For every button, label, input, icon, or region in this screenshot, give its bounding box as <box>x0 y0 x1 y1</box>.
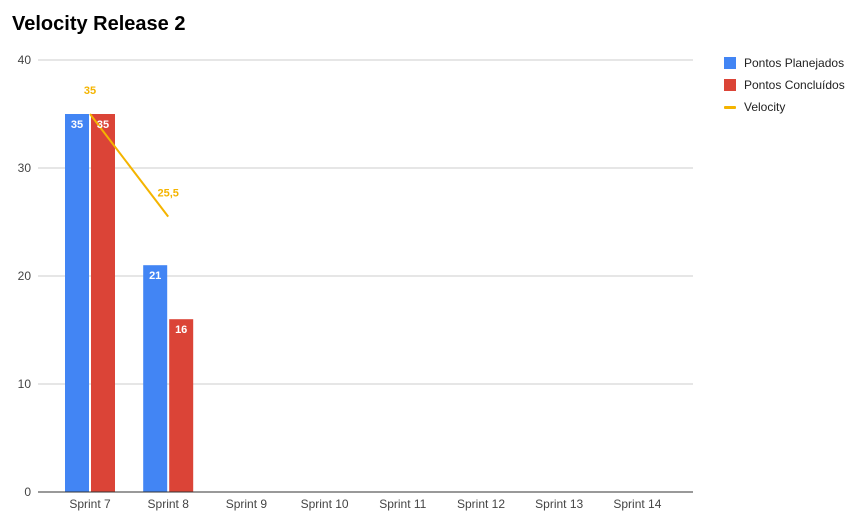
x-tick-label: Sprint 13 <box>535 497 583 511</box>
bar <box>143 265 168 492</box>
legend-item-pontos-concluidos: Pontos Concluídos <box>724 74 845 96</box>
bar-data-label: 35 <box>71 119 83 131</box>
legend-item-pontos-planejados: Pontos Planejados <box>724 52 845 74</box>
gridlines <box>38 59 693 493</box>
legend-label: Velocity <box>744 100 786 114</box>
line-data-label: 35 <box>84 85 96 97</box>
legend-label: Pontos Concluídos <box>744 78 845 92</box>
line-data-label: 25,5 <box>157 188 178 200</box>
x-tick-label: Sprint 11 <box>379 497 426 511</box>
x-tick-label: Sprint 10 <box>301 497 349 511</box>
x-tick-label: Sprint 14 <box>613 497 661 511</box>
bar <box>91 114 115 492</box>
y-tick-label: 20 <box>18 269 32 283</box>
y-axis-ticks: 0 10 20 30 40 <box>18 53 32 499</box>
legend-swatch-yellow-line <box>724 105 736 109</box>
x-tick-label: Sprint 8 <box>148 497 190 511</box>
legend-swatch-blue <box>724 57 736 69</box>
x-tick-label: Sprint 12 <box>457 497 505 511</box>
y-tick-label: 30 <box>18 161 32 175</box>
legend: Pontos Planejados Pontos Concluídos Velo… <box>724 52 845 118</box>
y-tick-label: 10 <box>18 377 32 391</box>
bar-data-label: 21 <box>149 270 161 282</box>
legend-label: Pontos Planejados <box>744 56 845 70</box>
bar <box>169 319 194 492</box>
bar-data-label: 16 <box>175 324 187 336</box>
x-axis-ticks: Sprint 7 Sprint 8 Sprint 9 Sprint 10 Sprint … <box>69 497 661 511</box>
legend-swatch-red <box>724 79 736 91</box>
x-tick-label: Sprint 9 <box>226 497 268 511</box>
bar <box>65 114 89 492</box>
bar-data-label: 35 <box>97 119 109 131</box>
legend-item-velocity: Velocity <box>724 96 845 118</box>
y-tick-label: 0 <box>24 485 31 499</box>
y-tick-label: 40 <box>18 53 32 67</box>
x-tick-label: Sprint 7 <box>69 497 111 511</box>
bars <box>65 114 194 492</box>
